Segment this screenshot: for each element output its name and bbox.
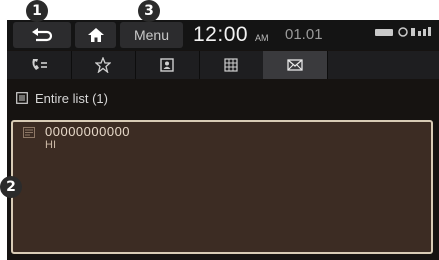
menu-button[interactable]: Menu — [120, 22, 183, 48]
list-icon — [16, 92, 28, 104]
date-display: 01.01 — [285, 26, 323, 43]
tab-dial-pad[interactable] — [199, 51, 264, 79]
message-sender-number: 00000000000 — [45, 124, 131, 139]
phone-recents-icon — [32, 59, 47, 70]
back-button[interactable] — [13, 22, 71, 48]
message-type-icon — [23, 127, 35, 138]
back-arrow-icon — [32, 28, 53, 42]
clock-time: 12:00 — [193, 23, 249, 46]
message-preview: HI — [45, 139, 56, 151]
callout-marker: 2 — [0, 176, 22, 198]
envelope-icon — [287, 59, 303, 71]
callout-marker: 1 — [26, 0, 48, 22]
star-icon — [95, 57, 111, 73]
tab-contacts[interactable] — [135, 51, 200, 79]
menu-button-label: Menu — [133, 27, 170, 43]
status-icons — [375, 27, 431, 37]
list-item[interactable]: 00000000000 HI — [13, 122, 431, 156]
tab-call-history[interactable] — [7, 51, 72, 79]
tab-favorites[interactable] — [71, 51, 136, 79]
tab-messages[interactable] — [263, 51, 328, 79]
head-unit-screen: Menu 12:00 AM 01.01 Entire list (1) 0000… — [7, 20, 439, 260]
clock-ampm: AM — [255, 33, 269, 43]
tab-bar — [7, 51, 439, 79]
top-bar: Menu 12:00 AM 01.01 — [7, 20, 439, 50]
message-list: 00000000000 HI — [11, 120, 433, 254]
home-icon — [87, 28, 104, 42]
list-header: Entire list (1) — [7, 84, 439, 112]
contacts-icon — [160, 58, 174, 72]
dialpad-icon — [224, 58, 238, 72]
callout-marker: 3 — [138, 0, 160, 22]
list-header-title: Entire list (1) — [35, 90, 108, 106]
home-button[interactable] — [75, 22, 116, 48]
